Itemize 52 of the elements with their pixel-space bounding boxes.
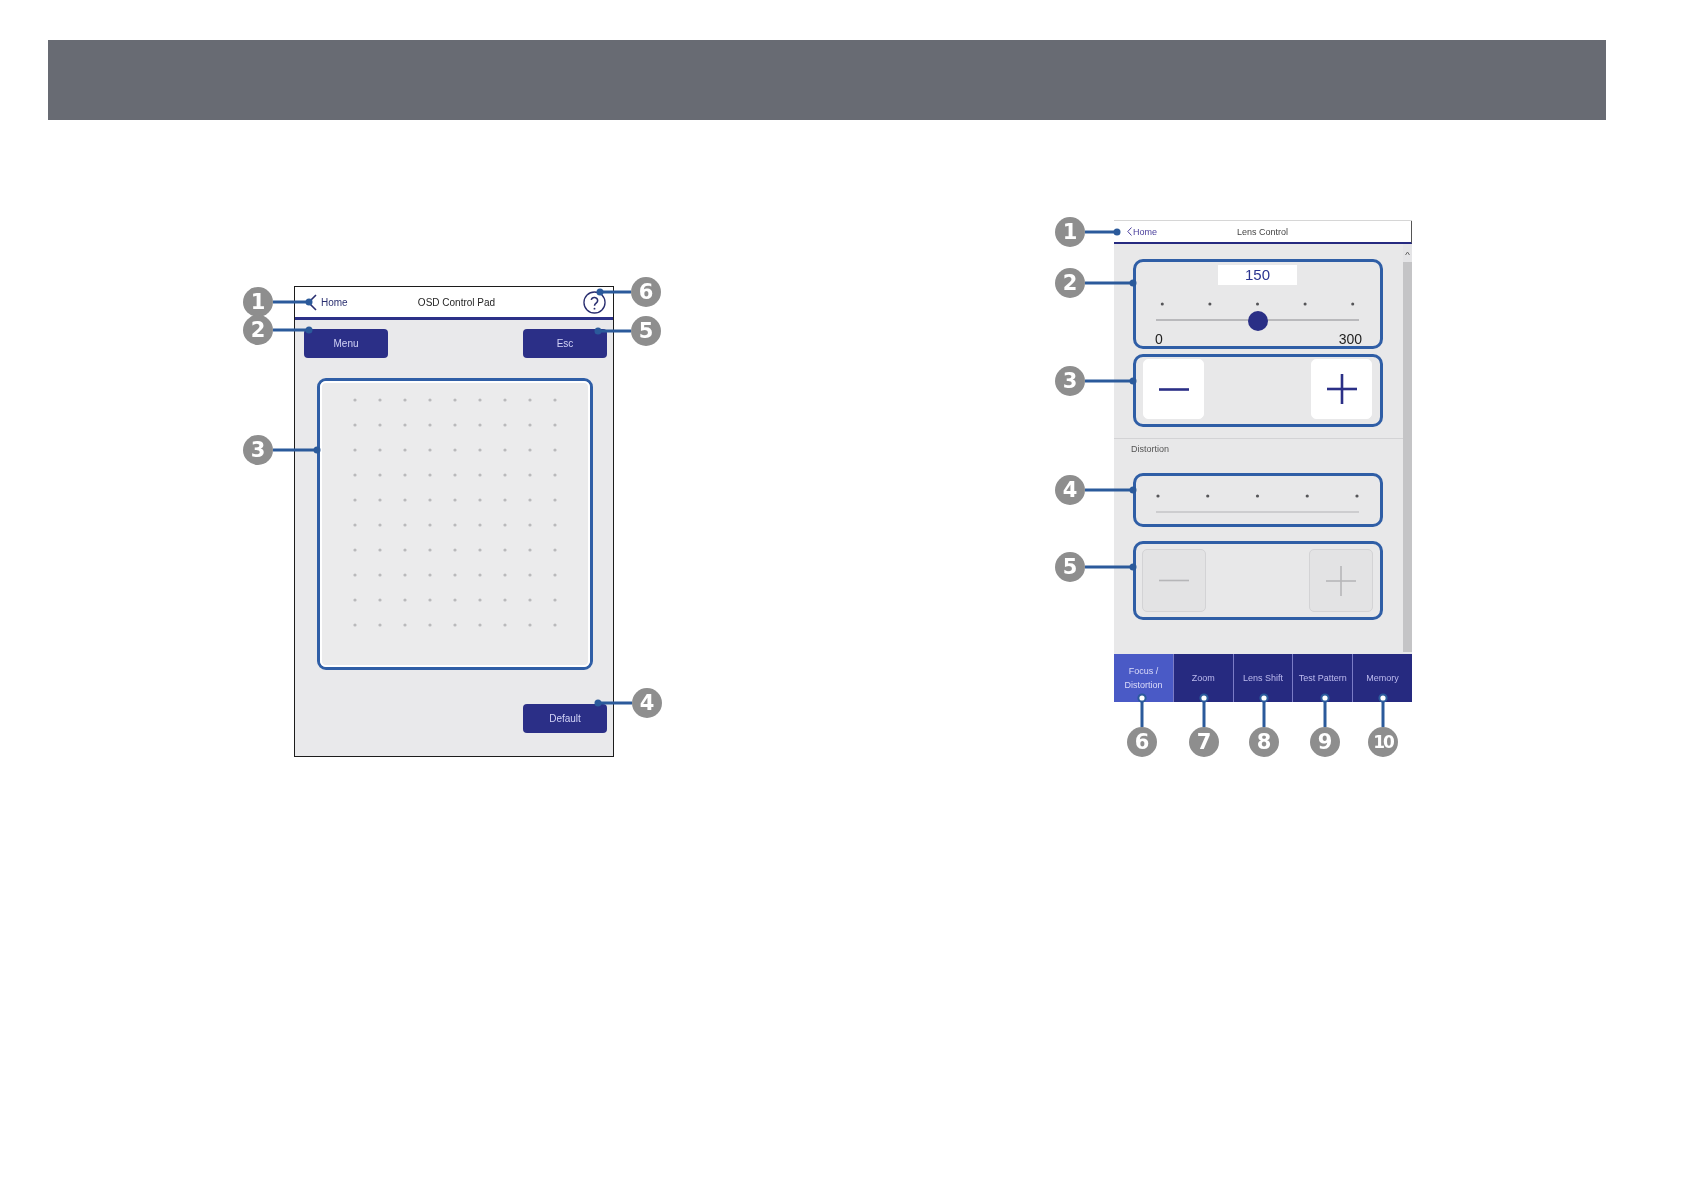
default-button[interactable]: Default [523,704,607,733]
tab-button[interactable]: Test Pattern [1292,654,1353,702]
leader-line [1378,693,1388,727]
callout-number: 7 [1189,727,1219,757]
slider-track[interactable] [1156,319,1359,322]
plus-icon [1326,374,1357,404]
slider-thumb[interactable] [1247,310,1268,331]
minus-icon [1158,387,1189,391]
callout-number: 4 [1055,475,1085,505]
plus-icon [1326,565,1356,596]
value-field[interactable]: 150 [1218,265,1297,285]
leader-line [1085,228,1121,236]
escape-button[interactable]: Esc [523,329,607,358]
callout-number: 5 [631,316,661,346]
minus-icon [1159,579,1189,582]
callout-number: 5 [1055,552,1085,582]
leader-line [1320,693,1330,727]
callout-number: 8 [1249,727,1279,757]
callout-number: 1 [243,287,273,317]
tab-button[interactable]: Zoom [1172,654,1233,702]
leader-line [1137,693,1147,727]
scale-max-label: 300 [1338,332,1362,346]
callout-number: 10 [1368,727,1398,757]
scale-min-label: 0 [1155,332,1163,346]
tab-button[interactable]: Focus / Distortion [1114,654,1173,702]
help-icon[interactable] [583,290,606,314]
callout-number: 9 [1310,727,1340,757]
section-label: Distortion [1131,444,1170,455]
leader-line [594,327,631,335]
menu-button[interactable]: Menu [304,329,388,358]
callout-number: 6 [1127,727,1157,757]
leader-line [1199,693,1209,727]
tab-button[interactable]: Lens Shift [1232,654,1293,702]
callout-number: 1 [1055,217,1085,247]
chevron-left-icon [1127,227,1132,236]
callout-number: 2 [243,315,273,345]
screen-title: OSD Control Pad [417,296,496,308]
callout-number: 3 [243,435,273,465]
back-link[interactable]: Home [1127,226,1157,237]
screen-title: Lens Control [1237,226,1288,237]
leader-line [1259,693,1269,727]
tab-button[interactable]: Memory [1352,654,1412,702]
callout-number: 6 [631,277,661,307]
callout-number: 2 [1055,268,1085,298]
callout-number: 4 [632,688,662,718]
chevron-left-icon [307,293,317,311]
callout-number: 3 [1055,366,1085,396]
leader-line [273,326,313,334]
leader-line [273,298,313,306]
back-link[interactable]: Home [307,293,348,311]
leader-line [596,288,631,296]
leader-line [594,699,632,707]
